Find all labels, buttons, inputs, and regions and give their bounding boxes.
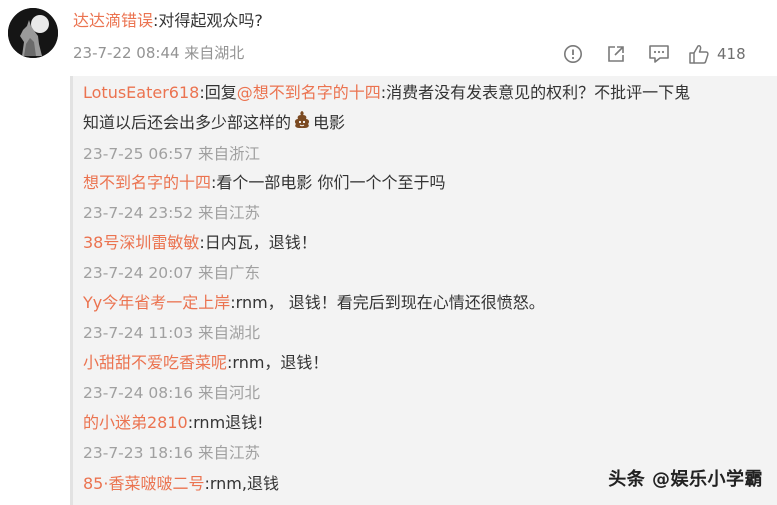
comment-actions: 418: [560, 40, 746, 68]
reply-username[interactable]: 38号深圳雷敏敏: [83, 233, 199, 252]
comment-text: :对得起观众吗?: [153, 11, 263, 30]
reply-mention[interactable]: @想不到名字的十四: [237, 83, 381, 102]
reply-text: :消费者没有发表意见的权利？不批评一下鬼: [380, 83, 691, 102]
reply-text: :日内瓦，退钱！: [199, 233, 317, 252]
reply-item: 38号深圳雷敏敏:日内瓦，退钱！ 23-7-24 20:07 来自广东: [83, 228, 763, 288]
comment-timestamp: 23-7-22 08:44 来自湖北: [73, 44, 245, 62]
reply-text: :rnm,退钱: [204, 474, 279, 493]
reply-timestamp: 23-7-25 06:57 来自浙江: [83, 144, 261, 163]
reply-timestamp: 23-7-24 11:03 来自湖北: [83, 324, 261, 342]
reply-timestamp: 23-7-24 20:07 来自广东: [83, 264, 261, 282]
reply-button[interactable]: [646, 40, 672, 68]
reply-item: LotusEater618:回复@想不到名字的十四:消费者没有发表意见的权利？不…: [83, 78, 763, 169]
share-button[interactable]: [604, 40, 628, 68]
thumbs-up-icon: [689, 45, 709, 64]
reply-list: LotusEater618:回复@想不到名字的十四:消费者没有发表意见的权利？不…: [70, 76, 777, 505]
reply-timestamp: 23-7-23 18:16 来自江苏: [83, 444, 261, 462]
reply-text: :rnm， 退钱！看完后到现在心情还很愤怒。: [230, 293, 545, 312]
reply-item: 想不到名字的十四:看个一部电影 你们一个个至于吗 23-7-24 23:52 来…: [83, 168, 763, 228]
share-icon: [608, 46, 624, 62]
reply-item: 的小迷弟2810:rnm退钱! 23-7-23 18:16 来自江苏: [83, 408, 763, 468]
comment-header: 达达滴错误:对得起观众吗?: [73, 10, 263, 32]
reply-username[interactable]: 小甜甜不爱吃香菜呢: [83, 353, 227, 372]
reply-item: Yy今年省考一定上岸:rnm， 退钱！看完后到现在心情还很愤怒。 23-7-24…: [83, 288, 763, 348]
reply-text: :看个一部电影 你们一个个至于吗: [211, 173, 446, 192]
reply-timestamp: 23-7-24 23:52 来自江苏: [83, 204, 261, 222]
reply-username[interactable]: 想不到名字的十四: [83, 173, 211, 192]
poop-emoji-icon: [292, 109, 312, 139]
comment-username[interactable]: 达达滴错误: [73, 11, 153, 30]
watermark: 头条 @娱乐小学霸: [608, 469, 763, 490]
reply-text-continued: 知道以后还会出多少部这样的: [83, 113, 292, 132]
reply-text-end: 电影: [313, 113, 346, 132]
reply-username[interactable]: 85·香菜啵啵二号: [83, 474, 204, 493]
like-button[interactable]: 418: [688, 40, 746, 68]
like-count: 418: [717, 45, 746, 63]
reply-username[interactable]: Yy今年省考一定上岸: [83, 293, 230, 312]
reply-username[interactable]: LotusEater618: [83, 83, 199, 102]
reply-prefix: :回复: [199, 83, 237, 102]
reply-username[interactable]: 的小迷弟2810: [83, 413, 188, 432]
reply-text: :rnm退钱!: [187, 413, 264, 432]
howling-wolf-avatar-icon: [8, 8, 58, 58]
comment-icon: [649, 45, 669, 63]
reply-item: 小甜甜不爱吃香菜呢:rnm，退钱！ 23-7-24 08:16 来自河北: [83, 348, 763, 408]
report-button[interactable]: [560, 40, 586, 68]
alert-circle-icon: [564, 45, 582, 63]
reply-text: :rnm，退钱！: [227, 353, 329, 372]
avatar[interactable]: [8, 8, 58, 58]
reply-timestamp: 23-7-24 08:16 来自河北: [83, 384, 261, 402]
